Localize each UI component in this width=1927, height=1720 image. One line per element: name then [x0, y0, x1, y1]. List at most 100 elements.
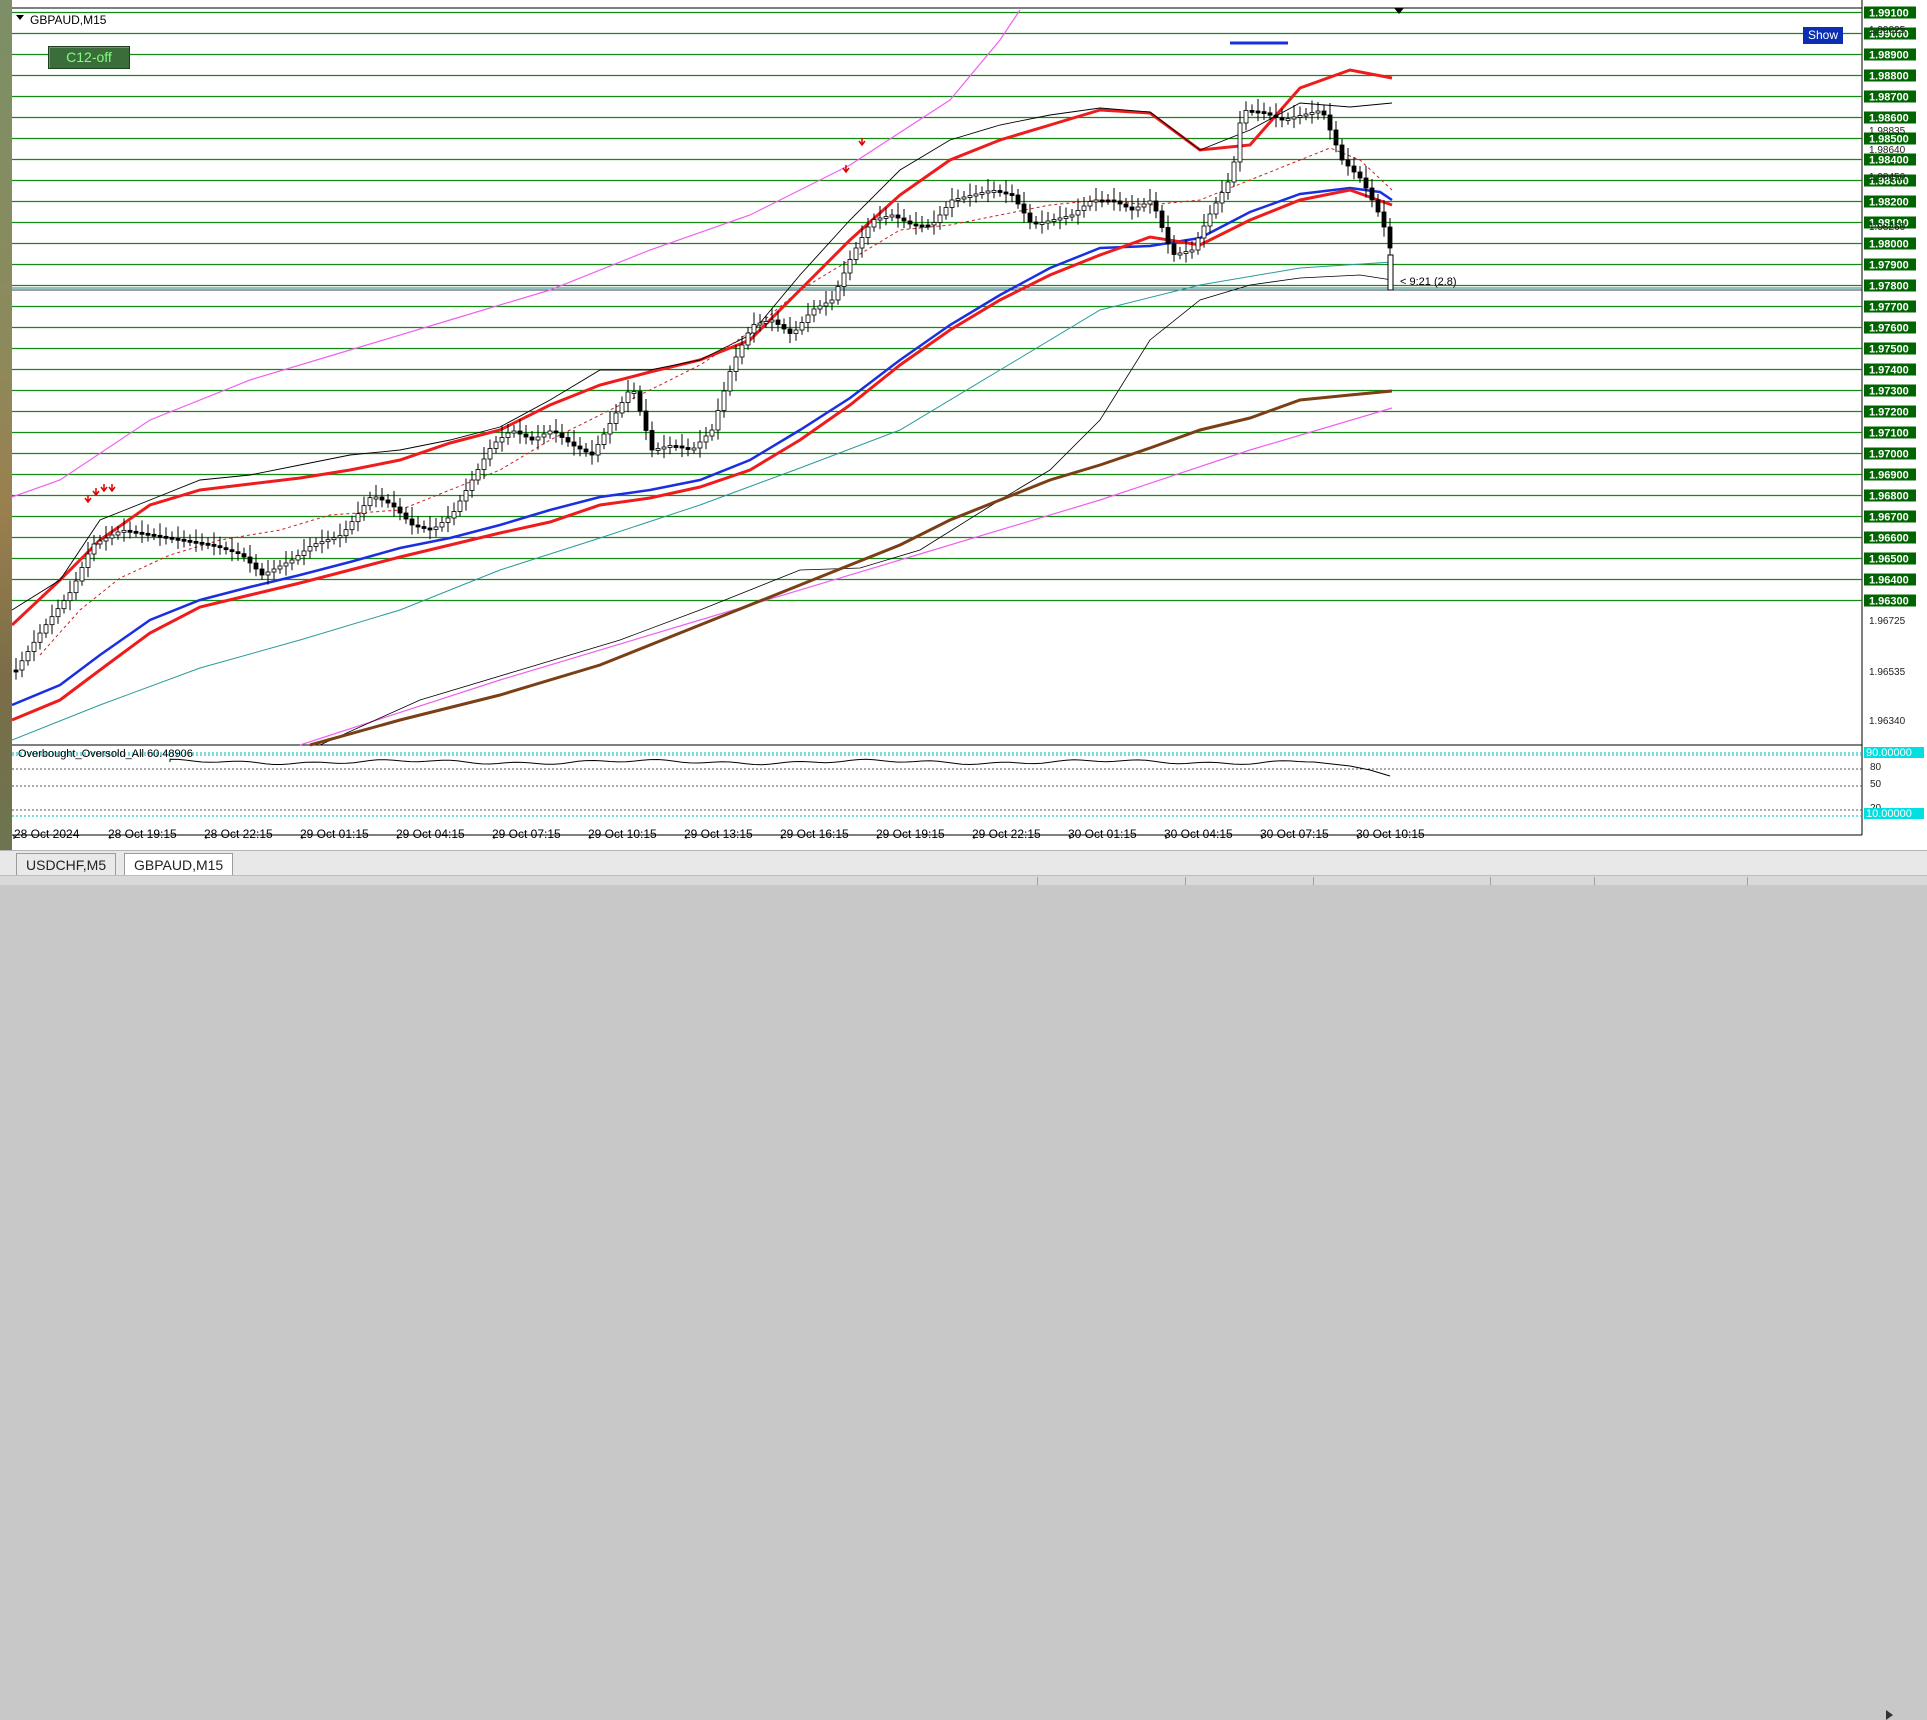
tab-gbpaud-m15[interactable]: GBPAUD,M15: [124, 853, 234, 877]
candle-body: [559, 432, 565, 438]
candle-body: [457, 500, 463, 512]
candle-body: [1303, 113, 1309, 117]
candle-body: [655, 448, 661, 451]
candle-body: [961, 196, 967, 200]
candle-body: [517, 430, 523, 435]
candle-body: [715, 410, 721, 431]
candle-body: [139, 531, 145, 535]
candle-body: [709, 429, 715, 437]
candle-body: [109, 534, 115, 539]
candle-body: [643, 410, 649, 431]
candle-body: [661, 446, 667, 450]
candle-body: [1135, 206, 1141, 211]
candle-body: [1195, 237, 1201, 251]
candle-body: [229, 549, 235, 553]
candle-body: [895, 214, 901, 219]
candle-body: [937, 214, 943, 223]
candle-body: [637, 391, 643, 412]
candle-body: [91, 543, 97, 555]
price-level-label: 1.96500: [1869, 554, 1909, 566]
candle-body: [841, 272, 847, 287]
candle-body: [55, 608, 61, 618]
candle-body: [1333, 129, 1339, 146]
candle-body: [697, 441, 703, 449]
candle-body: [1255, 110, 1261, 114]
candle-body: [391, 502, 397, 508]
price-minor-label: 1.98640: [1869, 145, 1906, 156]
candle-body: [409, 518, 415, 526]
candle-body: [463, 490, 469, 502]
candle-body: [817, 305, 823, 310]
candle-body: [955, 198, 961, 201]
candle-body: [889, 214, 895, 218]
candle-body: [1201, 225, 1207, 239]
candle-body: [1327, 114, 1333, 131]
show-button[interactable]: Show: [1803, 27, 1843, 44]
candle-body: [685, 447, 691, 450]
candle-body: [1003, 191, 1009, 195]
candle-body: [205, 542, 211, 546]
candle-body: [421, 526, 427, 529]
candle-body: [541, 433, 547, 438]
price-level-label: 1.98000: [1869, 239, 1909, 251]
osc-level-label: 10.00000: [1866, 808, 1912, 820]
candle-body: [295, 555, 301, 561]
candle-body: [25, 651, 31, 662]
candle-body: [1171, 243, 1177, 255]
bar-timer-label: < 9:21 (2.8): [1400, 276, 1457, 288]
price-level-label: 1.96300: [1869, 596, 1909, 608]
candle-body: [913, 223, 919, 227]
candle-body: [1189, 249, 1195, 253]
candle-body: [673, 445, 679, 448]
candle-body: [1027, 212, 1033, 223]
candle-body: [805, 314, 811, 323]
time-axis: 28 Oct 2024 28 Oct 19:15 28 Oct 22:15 29 Oc…: [13, 827, 1425, 841]
candle-body: [1237, 122, 1243, 163]
time-axis-label: 30 Oct 07:15: [1260, 827, 1329, 841]
candle-body: [679, 445, 685, 449]
candle-body: [445, 517, 451, 523]
price-minor-label: 1.96725: [1869, 616, 1906, 627]
candle-body: [949, 199, 955, 208]
candle-body: [211, 543, 217, 547]
candle-body: [745, 332, 751, 346]
candle-body: [751, 324, 757, 334]
candle-body: [943, 207, 949, 216]
candle-body: [37, 632, 43, 643]
candle-body: [223, 547, 229, 551]
price-level-label: 1.98900: [1869, 50, 1909, 62]
candle-body: [1063, 216, 1069, 219]
candle-body: [733, 356, 739, 372]
candle-body: [1297, 115, 1303, 118]
candle-body: [667, 445, 673, 448]
candle-body: [973, 193, 979, 197]
candle-body: [61, 600, 67, 610]
indicator-toggle-button[interactable]: C12-off: [48, 46, 130, 69]
candle-body: [997, 190, 1003, 193]
candle-body: [199, 541, 205, 545]
candle-body: [553, 430, 559, 434]
candle-body: [313, 543, 319, 547]
price-chart[interactable]: 1.991001.990001.989001.988001.987001.986…: [12, 0, 1927, 850]
price-level-label: 1.96700: [1869, 512, 1909, 524]
price-level-label: 1.96400: [1869, 575, 1909, 587]
trading-terminal: 1.99100 1.99000 1.98900 1.98800 1.98700 1.986…: [0, 0, 1927, 1720]
candle-body: [355, 513, 361, 523]
time-axis-label: 30 Oct 04:15: [1164, 827, 1233, 841]
candle-body: [1021, 203, 1027, 214]
candle-body: [1075, 210, 1081, 216]
candle-body: [85, 553, 91, 568]
candle-body: [703, 435, 709, 443]
candle-body: [625, 391, 631, 403]
tab-scroll-right-icon[interactable]: [1886, 1710, 1893, 1720]
candle-body: [163, 535, 169, 539]
candle-body: [847, 259, 853, 274]
chart-menu-icon[interactable]: [16, 15, 24, 20]
candle-body: [331, 537, 337, 541]
price-minor-label: 1.98260: [1869, 222, 1906, 233]
candle-body: [1375, 199, 1381, 213]
price-level-label: 1.96600: [1869, 533, 1909, 545]
candle-body: [121, 529, 127, 533]
candle-body: [547, 430, 553, 435]
tab-usdchf-m5[interactable]: USDCHF,M5: [16, 853, 117, 877]
